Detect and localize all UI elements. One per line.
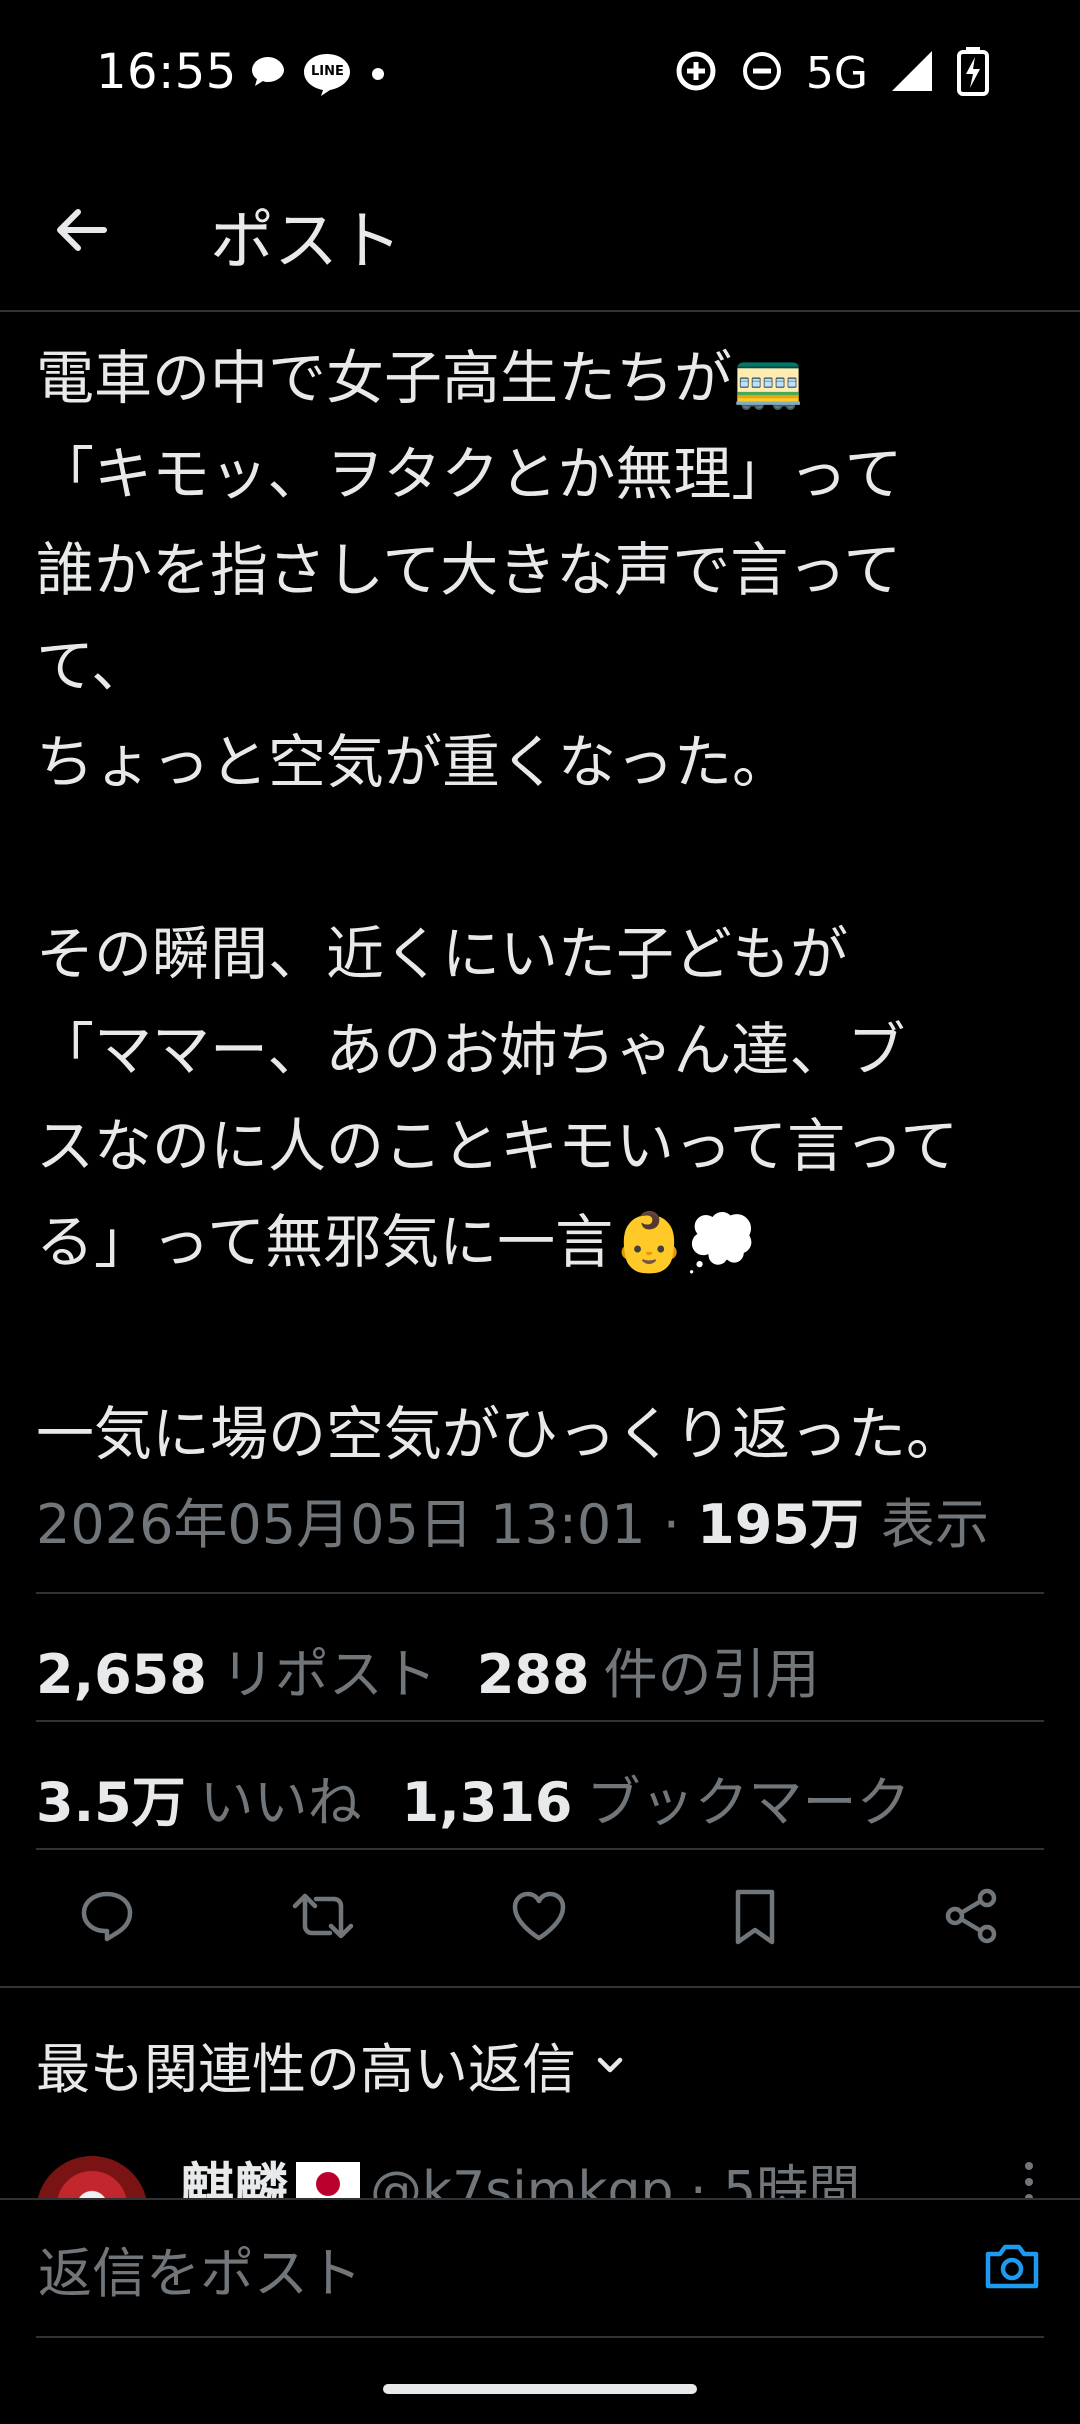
repost-icon — [291, 1886, 355, 1950]
reposts-stat[interactable]: 2,658 リポスト — [36, 1630, 437, 1709]
post-text: 電車の中で女子高生たちが🚃 「キモッ、ヲタクとか無理」って 誰かを指さして大きな… — [36, 344, 965, 1468]
likes-count: 3.5万 — [36, 1771, 186, 1834]
network-type: 5G — [805, 47, 868, 99]
back-button[interactable] — [44, 200, 116, 264]
stats-row-reposts: 2,658 リポスト 288 件の引用 — [36, 1630, 860, 1709]
reply-input[interactable] — [36, 2236, 940, 2310]
composer-underline — [36, 2336, 1044, 2338]
top-nav: ポスト — [0, 150, 1080, 312]
reposts-label: リポスト — [220, 1643, 437, 1706]
share-button[interactable] — [931, 1882, 1011, 1954]
reposts-count: 2,658 — [36, 1643, 207, 1706]
divider — [36, 1848, 1044, 1850]
views-count: 195万 — [697, 1493, 864, 1556]
like-icon — [509, 1888, 569, 1948]
reply-sort-dropdown[interactable]: 最も関連性の高い返信 — [36, 2025, 628, 2104]
camera-icon — [982, 2238, 1042, 2298]
reply-icon — [77, 1886, 137, 1950]
arrow-left-icon — [52, 206, 108, 258]
status-bar: 16:55 LINE 5G — [0, 0, 1080, 150]
action-bar — [0, 1852, 1080, 1984]
more-vertical-icon — [1025, 2162, 1033, 2170]
bookmarks-stat[interactable]: 1,316 ブックマーク — [402, 1758, 911, 1837]
dot-icon — [366, 52, 390, 96]
share-icon — [941, 1886, 1001, 1950]
line-app-icon: LINE — [302, 52, 352, 96]
quotes-stat[interactable]: 288 件の引用 — [477, 1630, 820, 1709]
chat-bubble-icon — [248, 52, 288, 96]
divider — [0, 1986, 1080, 1988]
likes-label: いいね — [199, 1771, 362, 1834]
bookmarks-count: 1,316 — [401, 1771, 573, 1834]
divider — [36, 1720, 1044, 1722]
signal-icon — [890, 49, 934, 97]
repost-button[interactable] — [283, 1882, 363, 1954]
more-dot — [1025, 2178, 1033, 2186]
system-icons: 5G — [674, 46, 990, 100]
status-time: 16:55 — [96, 44, 237, 100]
views-label: 表示 — [881, 1493, 990, 1556]
reply-sort-label: 最も関連性の高い返信 — [36, 2038, 576, 2101]
post-timestamp[interactable]: 2026年05月05日 13:01 — [36, 1493, 646, 1556]
meta-separator: · — [645, 1493, 698, 1556]
bookmark-icon — [730, 1886, 780, 1950]
quotes-label: 件の引用 — [603, 1643, 820, 1706]
quotes-count: 288 — [476, 1643, 590, 1706]
notification-icons: LINE — [248, 52, 390, 96]
stats-row-likes: 3.5万 いいね 1,316 ブックマーク — [36, 1758, 950, 1837]
likes-stat[interactable]: 3.5万 いいね — [36, 1758, 362, 1837]
reply-composer — [0, 2198, 1080, 2340]
divider — [36, 1592, 1044, 1594]
bookmarks-label: ブックマーク — [586, 1771, 911, 1834]
post-detail-screen: 16:55 LINE 5G ポスト 電車の中で女子高生たちが🚃 「キモッ、ヲタク… — [0, 0, 1080, 2424]
reply-button[interactable] — [67, 1882, 147, 1954]
page-title: ポスト — [210, 205, 402, 279]
do-not-disturb-icon — [740, 49, 784, 97]
like-button[interactable] — [499, 1882, 579, 1954]
chevron-down-icon — [592, 2033, 628, 2096]
line-icon-label: LINE — [311, 64, 344, 79]
home-indicator[interactable] — [383, 2384, 697, 2394]
bookmark-button[interactable] — [715, 1882, 795, 1954]
data-saver-icon — [674, 49, 718, 97]
battery-charging-icon — [956, 46, 990, 100]
camera-button[interactable] — [980, 2236, 1044, 2300]
post-meta: 2026年05月05日 13:01 · 195万 表示 — [36, 1480, 989, 1559]
